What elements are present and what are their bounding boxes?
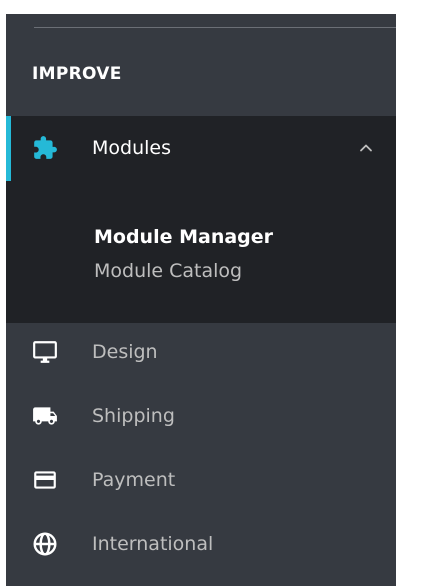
sidebar-item-label: Shipping bbox=[92, 405, 175, 427]
sidebar-item-label: Modules bbox=[92, 137, 171, 159]
sidebar: IMPROVE Modules Module Manager Module Ca… bbox=[6, 14, 396, 586]
credit-card-icon bbox=[32, 467, 58, 493]
sidebar-item-shipping[interactable]: Shipping bbox=[6, 389, 396, 443]
sidebar-item-label: Design bbox=[92, 341, 158, 363]
chevron-up-icon[interactable] bbox=[358, 140, 374, 156]
truck-icon bbox=[32, 403, 58, 429]
sidebar-item-label: Payment bbox=[92, 469, 176, 491]
modules-active-block: Modules Module Manager Module Catalog bbox=[6, 116, 396, 323]
globe-icon bbox=[32, 531, 58, 557]
puzzle-icon bbox=[32, 135, 58, 161]
monitor-icon bbox=[32, 339, 58, 365]
top-divider bbox=[34, 27, 396, 28]
section-title: IMPROVE bbox=[32, 64, 122, 84]
sidebar-item-payment[interactable]: Payment bbox=[6, 453, 396, 507]
submenu-item-module-catalog[interactable]: Module Catalog bbox=[94, 258, 242, 284]
sidebar-item-label: International bbox=[92, 533, 214, 555]
submenu-item-module-manager[interactable]: Module Manager bbox=[94, 224, 273, 250]
sidebar-item-international[interactable]: International bbox=[6, 517, 396, 571]
sidebar-item-design[interactable]: Design bbox=[6, 325, 396, 379]
sidebar-item-modules[interactable]: Modules bbox=[6, 121, 396, 175]
